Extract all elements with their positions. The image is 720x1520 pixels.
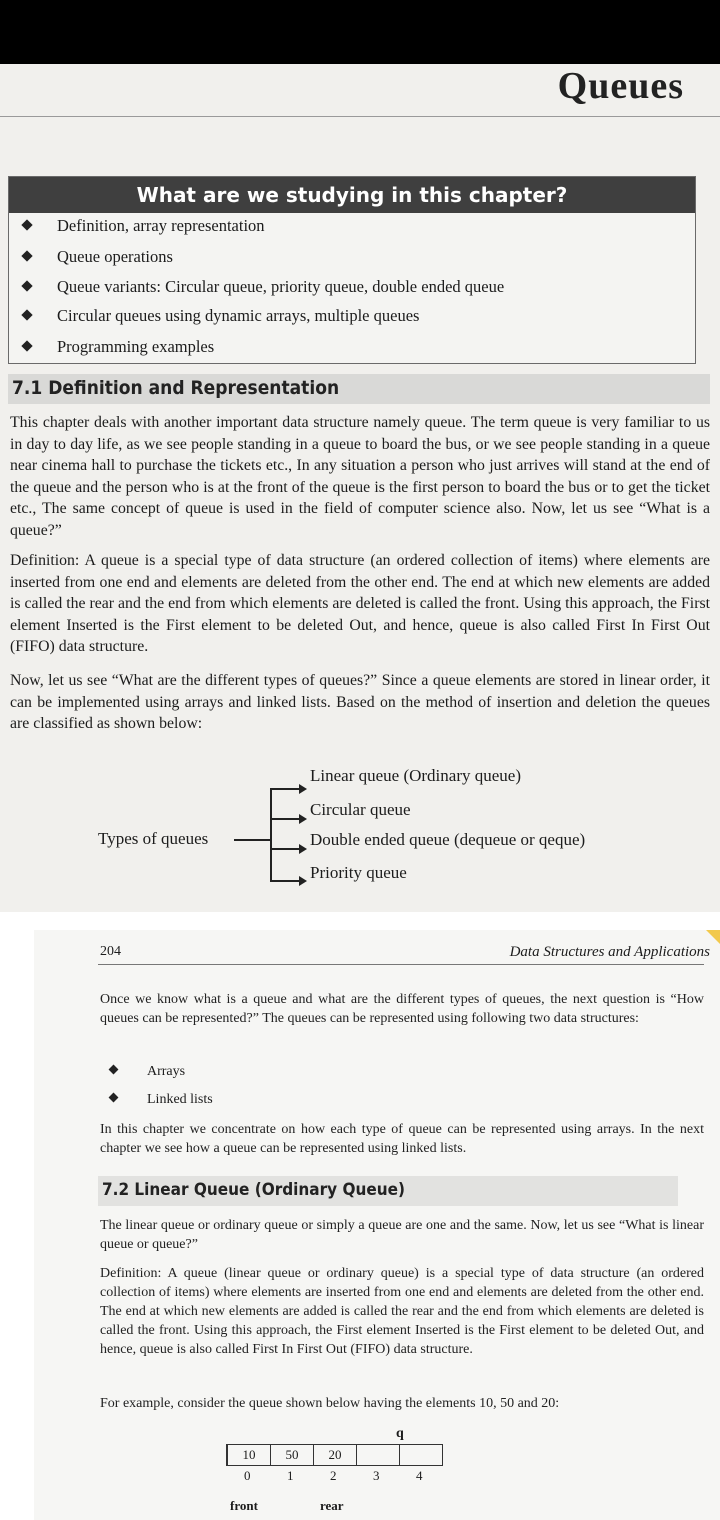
list-item: Arrays (108, 1064, 185, 1080)
paragraph: Definition: A queue is a special type of… (10, 552, 710, 655)
paragraph: In this chapter we concentrate on how ea… (100, 1122, 704, 1156)
study-item: Queue variants: Circular queue, priority… (21, 277, 504, 297)
list-item: Linked lists (108, 1092, 213, 1108)
queue-cell (356, 1444, 400, 1466)
bullet-diamond-icon (21, 219, 33, 231)
paragraph: The linear queue or ordinary queue or si… (100, 1218, 704, 1252)
section-heading: 7.1 Definition and Representation (8, 374, 710, 404)
bullet-diamond-icon (21, 309, 33, 321)
queue-cell: 50 (270, 1444, 314, 1466)
page-number: 204 (100, 944, 121, 959)
queue-cursor: q (396, 1426, 404, 1441)
queue-index: 3 (373, 1468, 380, 1483)
queue-type: Double ended queue (dequeue or qeque) (310, 830, 586, 849)
page-corner (706, 930, 720, 944)
running-title: Data Structures and Applications (509, 944, 710, 960)
queue-index: 0 (244, 1468, 251, 1483)
arrow-icon (272, 844, 307, 854)
queue-type: Circular queue (310, 800, 411, 819)
book-page-bottom: 204 Data Structures and Applications Onc… (34, 930, 720, 1520)
front-label: front (230, 1498, 258, 1513)
rear-label: rear (320, 1498, 344, 1513)
status-bar (0, 0, 720, 64)
bullet-diamond-icon (21, 340, 33, 352)
bullet-diamond-icon (108, 1092, 119, 1103)
arrow-icon (272, 876, 307, 886)
study-item: Queue operations (21, 247, 173, 267)
book-page-top: Queues What are we studying in this chap… (0, 64, 720, 912)
queue-cell: 10 (226, 1444, 271, 1466)
study-box: What are we studying in this chapter? De… (8, 176, 696, 364)
paragraph: Definition: A queue (linear queue or ord… (100, 1266, 704, 1357)
bullet-diamond-icon (21, 250, 33, 262)
queue-type: Priority queue (310, 863, 407, 882)
queue-index: 2 (330, 1468, 337, 1483)
title-rule (0, 116, 720, 117)
queue-array: 10 50 20 (226, 1444, 443, 1466)
bullet-diamond-icon (108, 1064, 119, 1075)
header-rule (98, 964, 704, 965)
queue-index: 4 (416, 1468, 423, 1483)
queue-cell: 20 (313, 1444, 357, 1466)
page-gap (0, 912, 720, 930)
paragraph: For example, consider the queue shown be… (100, 1396, 560, 1411)
study-item: Programming examples (21, 337, 214, 357)
paragraph: Once we know what is a queue and what ar… (100, 992, 704, 1026)
queue-type: Linear queue (Ordinary queue) (310, 766, 521, 785)
queue-index: 1 (287, 1468, 294, 1483)
diagram-label: Types of queues (98, 829, 209, 848)
paragraph: This chapter deals with another importan… (10, 414, 710, 539)
connector-line (234, 839, 272, 841)
study-item: Definition, array representation (21, 216, 265, 236)
queue-cell (399, 1444, 443, 1466)
chapter-title: Queues (557, 65, 684, 107)
paragraph: Now, let us see “What are the different … (10, 672, 710, 732)
study-heading: What are we studying in this chapter? (9, 177, 695, 213)
bullet-diamond-icon (21, 280, 33, 292)
arrow-icon (272, 784, 307, 794)
section-heading: 7.2 Linear Queue (Ordinary Queue) (98, 1176, 678, 1206)
bracket-line (270, 788, 272, 882)
study-item: Circular queues using dynamic arrays, mu… (21, 306, 419, 326)
arrow-icon (272, 814, 307, 824)
